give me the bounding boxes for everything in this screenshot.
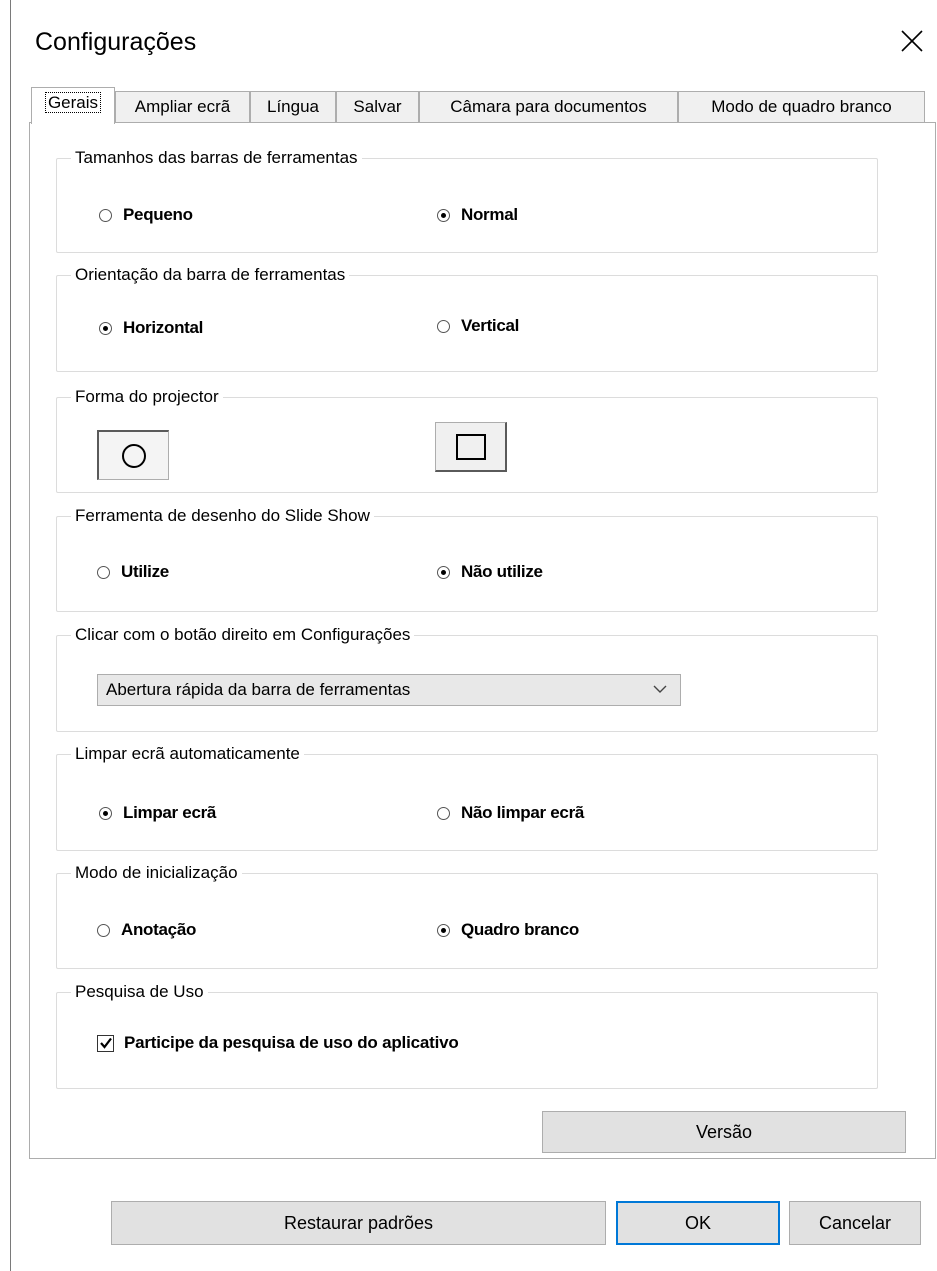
radio-label: Não utilize — [461, 562, 543, 581]
radio-horizontal[interactable]: Horizontal — [99, 318, 203, 338]
circle-icon — [121, 443, 146, 468]
projector-shape-group: Forma do projector — [56, 386, 878, 493]
radio-indicator — [97, 923, 110, 937]
projector-shape-legend: Forma do projector — [71, 386, 223, 408]
restore-defaults-button[interactable]: Restaurar padrões — [111, 1201, 606, 1245]
square-icon — [455, 433, 486, 460]
radio-label: Horizontal — [123, 318, 204, 337]
slideshow-tool-group: Ferramenta de desenho do Slide Show Util… — [56, 505, 878, 612]
radio-label: Não limpar ecrã — [461, 803, 585, 822]
tab-lingua[interactable]: Língua — [250, 91, 336, 123]
radio-nao-utilize[interactable]: Não utilize — [437, 562, 543, 582]
radio-utilize[interactable]: Utilize — [97, 562, 169, 582]
general-tab-panel: Tamanhos das barras de ferramentas Peque… — [29, 122, 936, 1159]
radio-normal[interactable]: Normal — [437, 205, 518, 225]
cancel-button[interactable]: Cancelar — [789, 1201, 921, 1245]
toolbar-size-legend: Tamanhos das barras de ferramentas — [71, 147, 362, 169]
right-click-group: Clicar com o botão direito em Configuraç… — [56, 624, 878, 732]
radio-label: Quadro branco — [461, 920, 579, 939]
radio-indicator — [437, 806, 450, 820]
auto-clear-group: Limpar ecrã automaticamente Limpar ecrã … — [56, 743, 878, 851]
tab-label: Gerais — [44, 92, 102, 113]
close-icon — [901, 30, 923, 52]
dialog-title: Configurações — [35, 28, 197, 56]
circle-shape-button[interactable] — [97, 430, 169, 480]
right-click-legend: Clicar com o botão direito em Configuraç… — [71, 624, 415, 646]
dropdown-value: Abertura rápida da barra de ferramentas — [106, 680, 411, 699]
radio-vertical[interactable]: Vertical — [437, 316, 519, 336]
radio-label: Limpar ecrã — [123, 803, 217, 822]
radio-indicator — [437, 208, 450, 222]
radio-limpar-ecra[interactable]: Limpar ecrã — [99, 803, 216, 823]
radio-label: Anotação — [121, 920, 197, 939]
radio-anotacao[interactable]: Anotação — [97, 920, 196, 940]
radio-nao-limpar-ecra[interactable]: Não limpar ecrã — [437, 803, 584, 823]
usage-survey-group: Pesquisa de Uso Participe da pesquisa de… — [56, 981, 878, 1089]
ok-button[interactable]: OK — [616, 1201, 780, 1245]
radio-label: Vertical — [461, 316, 520, 335]
right-click-dropdown[interactable]: Abertura rápida da barra de ferramentas — [97, 674, 681, 706]
radio-indicator — [99, 806, 112, 820]
radio-indicator — [99, 321, 112, 335]
radio-label: Utilize — [121, 562, 169, 581]
radio-label: Normal — [461, 205, 518, 224]
tab-modo-quadro-branco[interactable]: Modo de quadro branco — [678, 91, 925, 123]
toolbar-orientation-group: Orientação da barra de ferramentas Horiz… — [56, 264, 878, 372]
toolbar-orientation-legend: Orientação da barra de ferramentas — [71, 264, 350, 286]
radio-indicator — [437, 319, 450, 333]
radio-label: Pequeno — [123, 205, 193, 224]
radio-indicator — [437, 565, 450, 579]
checkbox-box — [97, 1034, 114, 1052]
auto-clear-legend: Limpar ecrã automaticamente — [71, 743, 304, 765]
chevron-down-icon — [653, 685, 667, 693]
settings-dialog: Configurações Gerais Ampliar ecrã Língua… — [10, 0, 937, 1271]
checkbox-label: Participe da pesquisa de uso do aplicati… — [124, 1033, 459, 1052]
radio-quadro-branco[interactable]: Quadro branco — [437, 920, 579, 940]
tab-salvar[interactable]: Salvar — [336, 91, 419, 123]
square-shape-button[interactable] — [435, 422, 507, 472]
radio-pequeno[interactable]: Pequeno — [99, 205, 193, 225]
radio-indicator — [437, 923, 450, 937]
toolbar-size-group: Tamanhos das barras de ferramentas Peque… — [56, 147, 878, 253]
tab-gerais[interactable]: Gerais — [31, 87, 115, 124]
usage-survey-legend: Pesquisa de Uso — [71, 981, 208, 1003]
usage-survey-checkbox[interactable]: Participe da pesquisa de uso do aplicati… — [97, 1033, 459, 1053]
startup-mode-legend: Modo de inicialização — [71, 862, 242, 884]
tab-strip: Gerais Ampliar ecrã Língua Salvar Câmara… — [29, 87, 937, 124]
slideshow-tool-legend: Ferramenta de desenho do Slide Show — [71, 505, 374, 527]
startup-mode-group: Modo de inicialização Anotação Quadro br… — [56, 862, 878, 969]
close-button[interactable] — [897, 26, 927, 56]
tab-ampliar-ecra[interactable]: Ampliar ecrã — [115, 91, 250, 123]
check-icon — [99, 1037, 112, 1049]
radio-indicator — [97, 565, 110, 579]
tab-camara-documentos[interactable]: Câmara para documentos — [419, 91, 678, 123]
version-button[interactable]: Versão — [542, 1111, 906, 1153]
radio-indicator — [99, 208, 112, 222]
